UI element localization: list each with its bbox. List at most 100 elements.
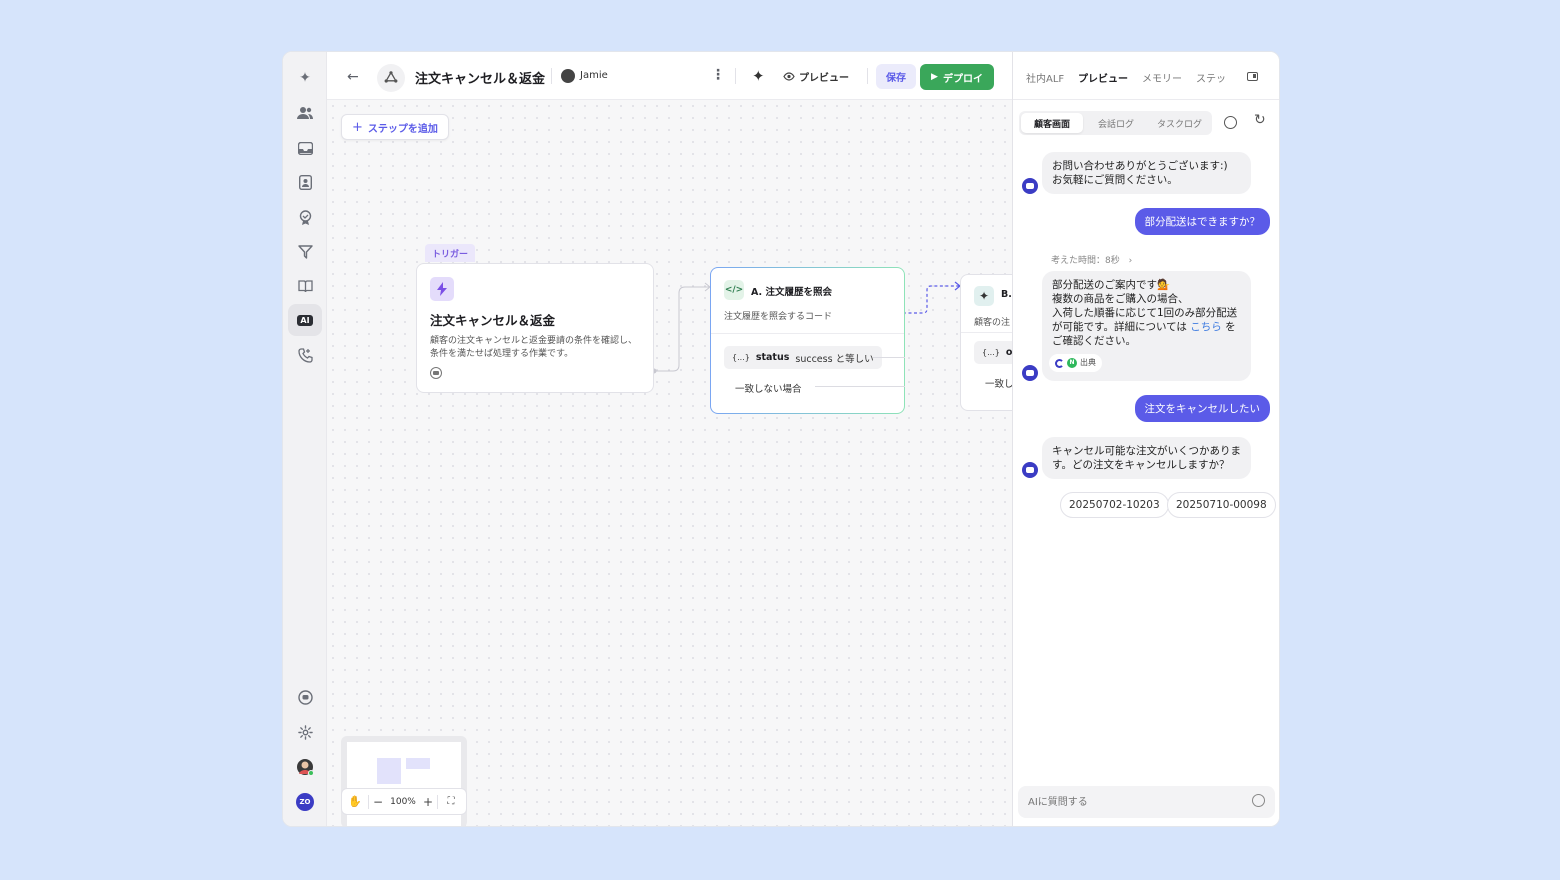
ai-nav-item[interactable]: AI bbox=[288, 304, 322, 336]
author-avatar bbox=[561, 69, 575, 83]
tab-preview[interactable]: プレビュー bbox=[1078, 70, 1128, 85]
workflow-canvas[interactable]: + ステップを追加 トリガー 注文キャンセル＆返金 顧客の注文キャンセルと返金要… bbox=[327, 100, 1012, 826]
save-button[interactable]: 保存 bbox=[876, 64, 916, 89]
channel-icon bbox=[430, 367, 442, 379]
message-line: 部分配送のご案内です💁 bbox=[1052, 279, 1171, 291]
panel-toggle-icon[interactable] bbox=[1247, 72, 1258, 81]
zoom-in-button[interactable]: + bbox=[419, 795, 437, 809]
ai-question-field[interactable] bbox=[1028, 793, 1228, 811]
order-option-chip[interactable]: 20250702-10203 bbox=[1060, 492, 1169, 518]
workflow-title: 注文キャンセル＆返金 bbox=[415, 72, 546, 87]
trigger-node[interactable]: 注文キャンセル＆返金 顧客の注文キャンセルと返金要請の条件を確認し、条件を満たせ… bbox=[416, 263, 654, 393]
step-a-description: 注文履歴を照会するコード bbox=[724, 312, 833, 322]
play-icon: ▶ bbox=[931, 72, 938, 82]
order-option-chip[interactable]: 20250710-00098 bbox=[1167, 492, 1276, 518]
bot-message: キャンセル可能な注文がいくつかありま す。どの注文をキャンセルしますか？ bbox=[1042, 437, 1251, 479]
user-message: 部分配送はできますか？ bbox=[1134, 208, 1270, 235]
minimap-node bbox=[377, 758, 401, 784]
user-circle-icon[interactable] bbox=[1224, 116, 1237, 129]
lightning-icon bbox=[430, 277, 454, 301]
divider bbox=[867, 68, 868, 84]
users-icon[interactable] bbox=[295, 103, 315, 123]
step-b-node[interactable]: ✦ B. 顧客の注 {...} ord 一致し bbox=[960, 274, 1012, 411]
minimap-node bbox=[406, 758, 430, 769]
zoom-toolbar: ✋ − 100% + ⛶ bbox=[341, 788, 467, 815]
divider bbox=[551, 68, 552, 84]
hand-tool-icon[interactable]: ✋ bbox=[342, 795, 368, 808]
app-window: ✦ AI ZO ← 注文キャンセル＆返金 Jamie ⋮ ✦ プレビュー 保存 … bbox=[282, 51, 1280, 827]
sparkle-icon: ✦ bbox=[974, 286, 994, 306]
source-label: 出典 bbox=[1080, 358, 1096, 367]
deploy-button-label: デプロイ bbox=[942, 73, 983, 85]
ai-sparkle-icon[interactable]: ✦ bbox=[752, 67, 765, 85]
phone-icon[interactable] bbox=[295, 345, 315, 365]
zoom-out-button[interactable]: − bbox=[369, 795, 387, 809]
eye-icon bbox=[783, 71, 795, 81]
condition-row[interactable]: {...} ord bbox=[974, 341, 1012, 364]
message-line: ご確認ください。 bbox=[1052, 335, 1136, 347]
sparkle-icon[interactable]: ✦ bbox=[295, 68, 315, 88]
zoom-level: 100% bbox=[390, 796, 416, 807]
workspace-logo[interactable]: ZO bbox=[295, 792, 315, 812]
divider bbox=[961, 332, 1012, 333]
panel-tabs: 社内ALF プレビュー メモリー ステッ bbox=[1013, 52, 1279, 100]
variable-token: {...} bbox=[982, 348, 1000, 357]
branch-line bbox=[815, 386, 905, 387]
thinking-time[interactable]: 考えた時間：8秒 › bbox=[1051, 253, 1132, 266]
message-line: キャンセル可能な注文がいくつかありま bbox=[1052, 445, 1241, 457]
divider bbox=[711, 333, 904, 334]
preview-button[interactable]: プレビュー bbox=[783, 66, 849, 86]
deploy-button[interactable]: ▶ デプロイ bbox=[920, 64, 994, 90]
condition-variable: status bbox=[755, 352, 790, 363]
subtab-bar: 顧客画面 会話ログ タスクログ bbox=[1019, 111, 1212, 135]
step-a-title: A. 注文履歴を照会 bbox=[751, 287, 832, 298]
more-vertical-icon[interactable]: ⋮ bbox=[711, 67, 725, 83]
notion-icon: N bbox=[1067, 358, 1077, 368]
message-text: を bbox=[1221, 321, 1236, 333]
settings-gear-icon[interactable] bbox=[295, 722, 315, 742]
filter-send-icon[interactable] bbox=[295, 242, 315, 262]
contact-icon[interactable] bbox=[295, 172, 315, 192]
source-icon bbox=[1055, 358, 1064, 368]
else-branch-label: 一致しない場合 bbox=[735, 384, 802, 395]
trigger-tag: トリガー bbox=[425, 244, 476, 262]
bot-avatar bbox=[1022, 462, 1038, 478]
branch-line bbox=[873, 357, 905, 358]
step-b-description: 顧客の注 bbox=[974, 318, 1011, 328]
tab-internal-alf[interactable]: 社内ALF bbox=[1026, 70, 1064, 85]
else-branch-label: 一致し bbox=[985, 379, 1012, 390]
source-link[interactable]: こちら bbox=[1190, 321, 1222, 333]
ai-question-input[interactable] bbox=[1018, 786, 1275, 818]
fit-view-icon[interactable]: ⛶ bbox=[438, 796, 464, 807]
emoji-icon[interactable] bbox=[1252, 794, 1265, 807]
subtab-conversation-log[interactable]: 会話ログ bbox=[1085, 111, 1147, 135]
editor-toolbar: ← 注文キャンセル＆返金 Jamie ⋮ ✦ プレビュー 保存 ▶ デプロイ bbox=[327, 52, 1012, 100]
inbox-icon[interactable] bbox=[295, 138, 315, 158]
trigger-title: 注文キャンセル＆返金 bbox=[430, 313, 556, 328]
preview-panel: 社内ALF プレビュー メモリー ステッ 顧客画面 会話ログ タスクログ ↻ お… bbox=[1012, 52, 1279, 826]
message-line: 入荷した順番に応じて1回のみ部分配送 bbox=[1052, 307, 1238, 319]
refresh-icon[interactable]: ↻ bbox=[1254, 112, 1266, 128]
book-icon[interactable] bbox=[295, 276, 315, 296]
tab-memory[interactable]: メモリー bbox=[1142, 70, 1182, 85]
channel-icon[interactable] bbox=[295, 687, 315, 707]
message-line: が可能です。詳細については こちら を bbox=[1052, 320, 1241, 334]
bot-avatar bbox=[1022, 365, 1038, 381]
message-line: お気軽にご質問ください。 bbox=[1052, 174, 1178, 186]
tab-steps[interactable]: ステッ bbox=[1196, 70, 1226, 85]
message-line: お問い合わせありがとうございます:) bbox=[1052, 160, 1228, 172]
step-a-node[interactable]: </> A. 注文履歴を照会 注文履歴を照会するコード {...} status… bbox=[710, 267, 905, 414]
badge-icon[interactable] bbox=[295, 207, 315, 227]
trigger-description: 顧客の注文キャンセルと返金要請の条件を確認し、条件を満たせば処理する作業です。 bbox=[430, 336, 638, 359]
code-icon: </> bbox=[724, 280, 744, 300]
bot-avatar bbox=[1022, 178, 1038, 194]
subtab-customer-view[interactable]: 顧客画面 bbox=[1021, 113, 1083, 133]
bot-message: 部分配送のご案内です💁 複数の商品をご購入の場合、 入荷した順番に応じて1回のみ… bbox=[1042, 271, 1251, 381]
back-arrow-icon[interactable]: ← bbox=[347, 69, 359, 85]
condition-row[interactable]: {...} status success と等しい bbox=[724, 346, 882, 369]
message-line: す。どの注文をキャンセルしますか？ bbox=[1052, 459, 1230, 471]
source-badge[interactable]: N 出典 bbox=[1049, 354, 1102, 372]
step-b-title: B. bbox=[1001, 289, 1012, 300]
subtab-task-log[interactable]: タスクログ bbox=[1147, 111, 1212, 135]
user-avatar[interactable] bbox=[295, 757, 315, 777]
